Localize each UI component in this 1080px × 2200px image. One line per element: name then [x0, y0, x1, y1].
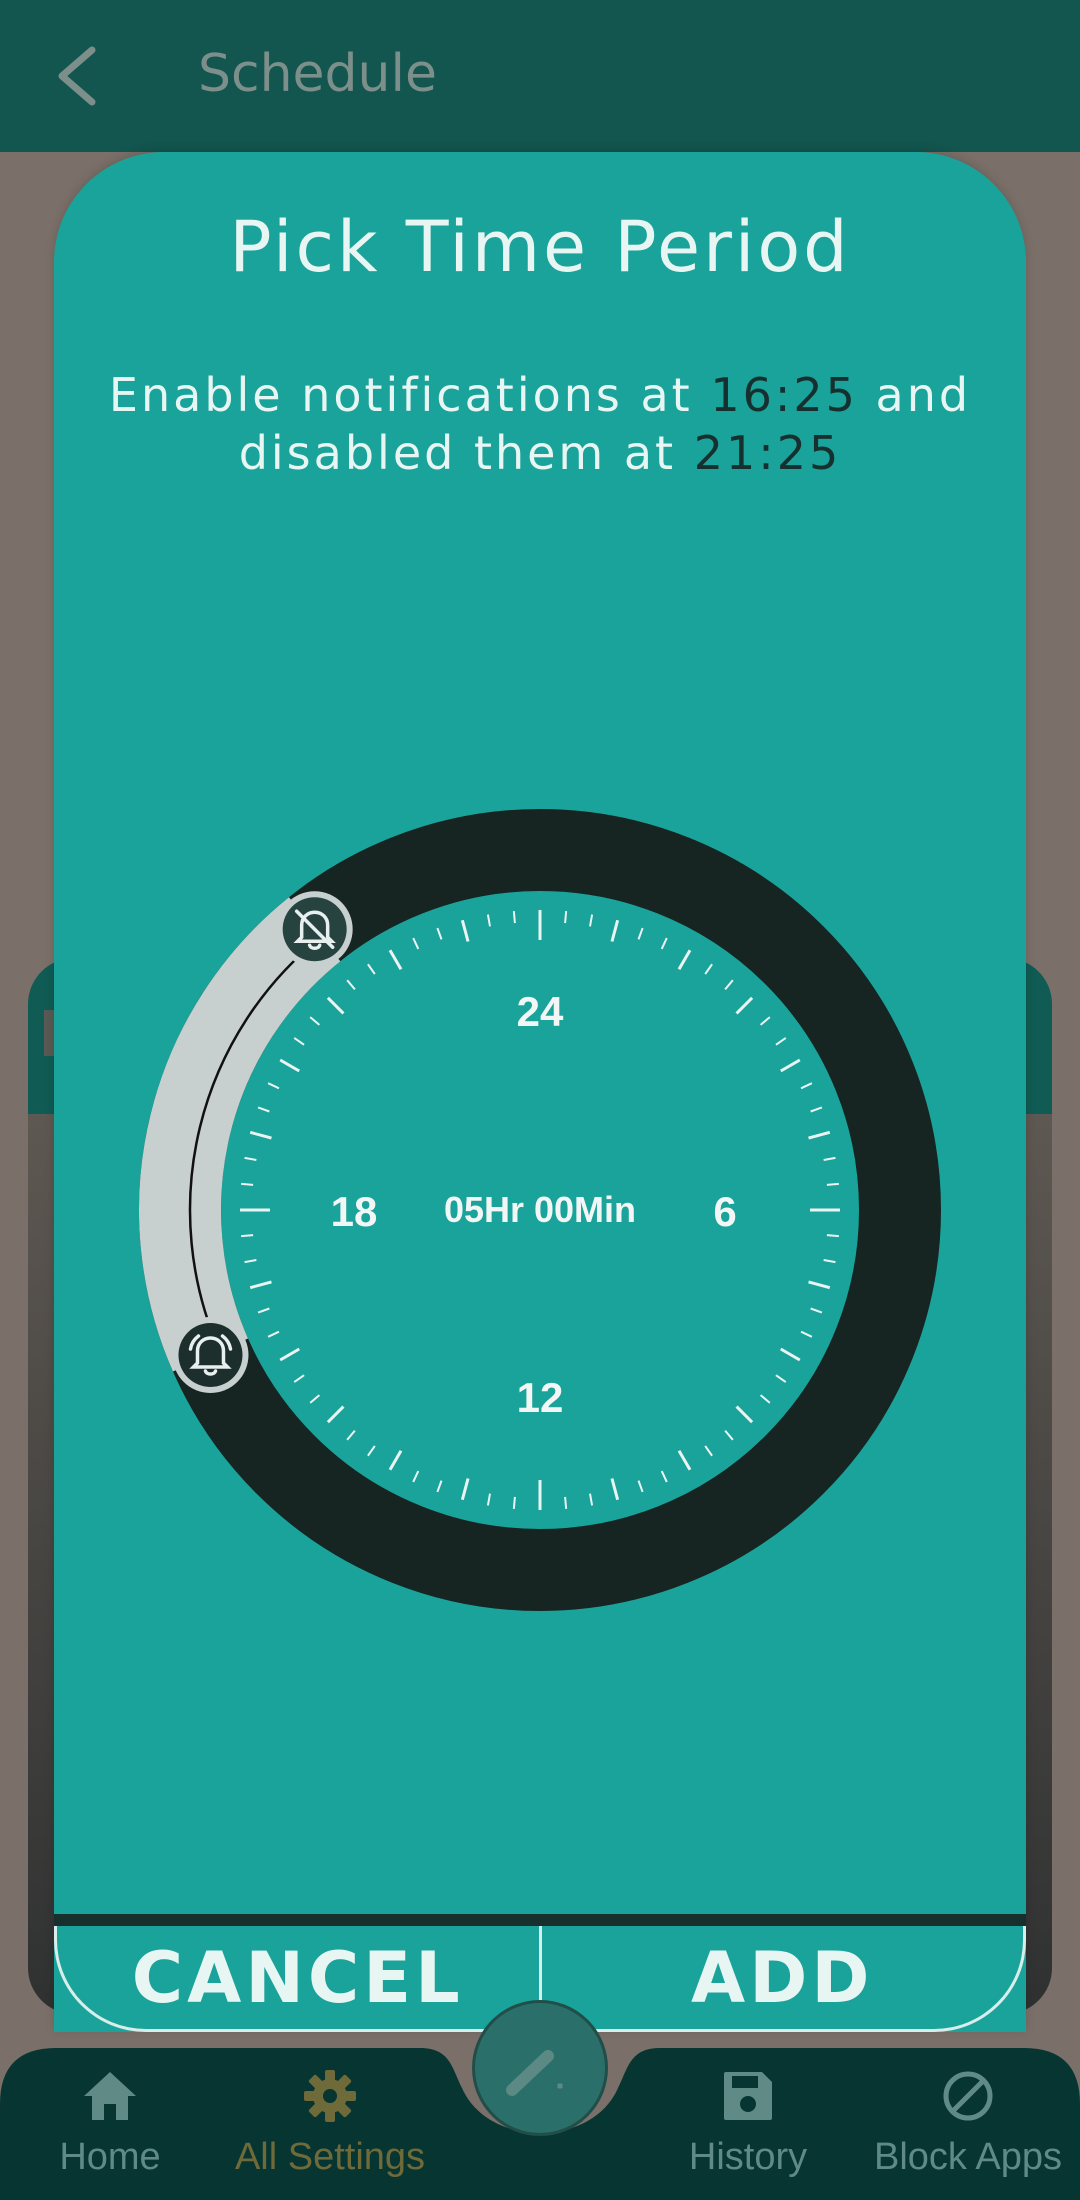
dial-tick: [677, 1450, 692, 1471]
dial-tick: [724, 979, 734, 991]
dial-tick: [780, 1347, 801, 1362]
dial-tick: [810, 1106, 823, 1113]
start-handle[interactable]: [172, 1316, 249, 1393]
dial-tick: [460, 1478, 470, 1501]
dial-tick: [677, 949, 692, 970]
dial-tick: [724, 1429, 734, 1441]
chevron-left-icon[interactable]: [48, 40, 112, 112]
dial-tick: [249, 1130, 272, 1140]
nav-item-all-settings[interactable]: All Settings: [220, 2068, 440, 2179]
dial-tick: [388, 1450, 403, 1471]
dial-tick: [564, 1496, 568, 1509]
dial-tick: [436, 927, 443, 940]
time-dial[interactable]: 24 6 12 18 05Hr 00Min: [54, 152, 1026, 1912]
dial-tick: [704, 1445, 713, 1457]
dial-tick: [309, 1394, 321, 1404]
dial-tick: [279, 1347, 300, 1362]
dial-tick: [637, 927, 644, 940]
dial-tick: [512, 1496, 516, 1509]
dial-tick: [293, 1037, 305, 1046]
dial-tick: [326, 996, 345, 1015]
duration-label: 05Hr 00Min: [444, 1189, 636, 1230]
dial-tick: [244, 1259, 257, 1264]
dial-tick: [808, 1280, 831, 1290]
dial-tick: [412, 1470, 420, 1483]
dial-tick: [512, 911, 516, 924]
dial-tick: [241, 1182, 254, 1186]
dial-tick: [759, 1016, 771, 1026]
app-bar: Schedule: [0, 0, 1080, 152]
dialog-divider: [54, 1914, 1026, 1926]
dial-tick: [257, 1307, 270, 1314]
dial-tick: [293, 1374, 305, 1383]
dial-tick: [826, 1234, 839, 1238]
hour-label-bottom: 12: [517, 1374, 564, 1421]
dial-tick: [460, 919, 470, 942]
dial-tick: [346, 1429, 356, 1441]
home-icon: [84, 2072, 136, 2120]
dial-tick: [412, 937, 420, 950]
dial-tick: [800, 1330, 813, 1338]
dial-tick: [388, 949, 403, 970]
cancel-button[interactable]: CANCEL: [57, 1926, 542, 2029]
hour-label-left: 18: [331, 1188, 378, 1235]
dial-tick: [735, 996, 754, 1015]
gear-icon: [304, 2070, 356, 2122]
dial-tick: [267, 1330, 280, 1338]
nav-label-history: History: [688, 2136, 808, 2178]
dial-tick: [564, 911, 568, 924]
dial-tick: [309, 1016, 321, 1026]
dial-tick: [367, 1445, 376, 1457]
dial-tick: [486, 914, 491, 927]
dial-tick: [810, 1307, 823, 1314]
magic-wand-icon: [506, 2050, 564, 2096]
dial-tick: [589, 914, 594, 927]
dial-tick: [326, 1405, 345, 1424]
nav-item-history[interactable]: History: [638, 2068, 858, 2179]
dial-tick: [823, 1259, 836, 1264]
dial-tick: [249, 1280, 272, 1290]
save-icon: [724, 2072, 772, 2120]
dial-tick: [257, 1106, 270, 1113]
dial-tick: [637, 1480, 644, 1493]
dial-tick: [610, 1478, 620, 1501]
dial-tick: [704, 963, 713, 975]
dial-tick: [660, 1470, 668, 1483]
dial-tick: [279, 1058, 300, 1073]
dial-tick: [589, 1493, 594, 1506]
nav-label-home: Home: [59, 2136, 161, 2178]
dial-tick: [367, 963, 376, 975]
dial-tick: [346, 979, 356, 991]
nav-label-all-settings: All Settings: [234, 2136, 426, 2178]
dial-tick: [800, 1082, 813, 1090]
dial-tick: [244, 1156, 257, 1161]
page-title: Schedule: [198, 44, 437, 104]
time-period-dialog: Pick Time Period Enable notifications at…: [54, 152, 1026, 2032]
magic-wand-fab[interactable]: [472, 2000, 608, 2136]
nav-item-home[interactable]: Home: [0, 2068, 220, 2179]
nav-label-block-apps: Block Apps: [874, 2136, 1062, 2178]
dial-tick: [826, 1182, 839, 1186]
dial-tick: [780, 1058, 801, 1073]
dial-tick: [610, 919, 620, 942]
dial-tick: [759, 1394, 771, 1404]
dial-tick: [735, 1405, 754, 1424]
hour-label-top: 24: [517, 988, 564, 1035]
block-icon: [943, 2071, 993, 2121]
dial-tick: [486, 1493, 491, 1506]
add-button[interactable]: ADD: [542, 1926, 1024, 2029]
dial-tick: [660, 937, 668, 950]
dial-tick: [808, 1130, 831, 1140]
end-handle[interactable]: [276, 891, 353, 968]
dial-tick: [775, 1374, 787, 1383]
dial-tick: [436, 1480, 443, 1493]
dial-tick: [267, 1082, 280, 1090]
hour-label-right: 6: [713, 1188, 736, 1235]
dial-tick: [775, 1037, 787, 1046]
nav-item-block-apps[interactable]: Block Apps: [858, 2068, 1078, 2179]
dial-tick: [241, 1234, 254, 1238]
dial-tick: [823, 1156, 836, 1161]
